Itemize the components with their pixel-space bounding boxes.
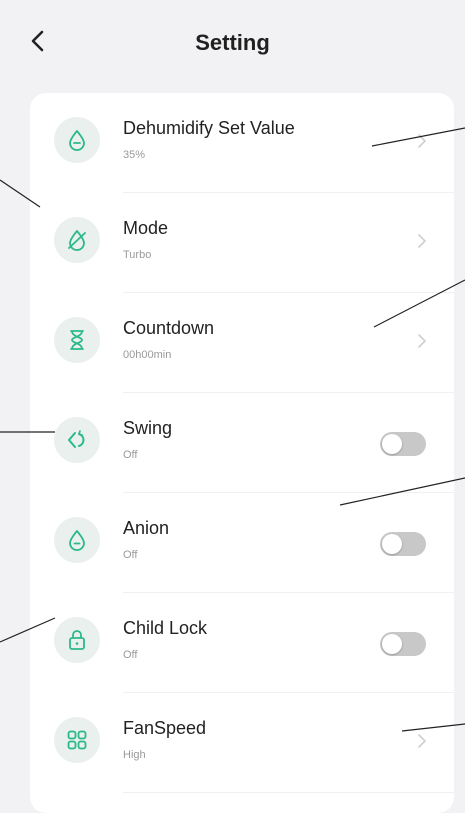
setting-row-fanspeed[interactable]: FanSpeed High xyxy=(30,693,454,793)
setting-value: Off xyxy=(123,449,138,461)
lock-icon xyxy=(54,617,100,663)
swing-icon xyxy=(54,417,100,463)
setting-value: High xyxy=(123,749,146,761)
header-bar: Setting xyxy=(0,0,465,92)
anion-toggle[interactable] xyxy=(380,532,426,556)
setting-value: Off xyxy=(123,549,138,561)
setting-label: Swing xyxy=(123,418,173,438)
setting-row-countdown[interactable]: Countdown 00h00min xyxy=(30,293,454,393)
setting-value: Turbo xyxy=(123,249,152,261)
chevron-right-icon xyxy=(418,134,427,148)
setting-label: Child Lock xyxy=(123,618,208,638)
setting-label: Anion xyxy=(123,518,170,538)
chevron-right-icon xyxy=(418,334,427,348)
settings-card: Dehumidify Set Value 35% Mode Turbo Coun… xyxy=(30,93,454,813)
setting-value: 00h00min xyxy=(123,349,172,361)
setting-row-anion: Anion Off xyxy=(30,493,454,593)
droplet-icon xyxy=(54,117,100,163)
setting-label: Dehumidify Set Value xyxy=(123,118,295,138)
setting-row-mode[interactable]: Mode Turbo xyxy=(30,193,454,293)
anion-icon xyxy=(54,517,100,563)
setting-label: Mode xyxy=(123,218,169,238)
toggle-knob xyxy=(382,634,402,654)
child-lock-toggle[interactable] xyxy=(380,632,426,656)
setting-value: Off xyxy=(123,649,138,661)
row-divider xyxy=(123,792,454,793)
page-title: Setting xyxy=(195,30,270,55)
toggle-knob xyxy=(382,434,402,454)
setting-value: 35% xyxy=(123,149,146,161)
hourglass-icon xyxy=(54,317,100,363)
setting-row-swing: Swing Off xyxy=(30,393,454,493)
mode-icon xyxy=(54,217,100,263)
setting-label: FanSpeed xyxy=(123,718,207,738)
swing-toggle[interactable] xyxy=(380,432,426,456)
chevron-right-icon xyxy=(418,234,427,248)
setting-label: Countdown xyxy=(123,318,215,338)
setting-row-child-lock: Child Lock Off xyxy=(30,593,454,693)
grid-icon xyxy=(54,717,100,763)
chevron-right-icon xyxy=(418,734,427,748)
setting-row-dehumidify[interactable]: Dehumidify Set Value 35% xyxy=(30,93,454,193)
toggle-knob xyxy=(382,534,402,554)
